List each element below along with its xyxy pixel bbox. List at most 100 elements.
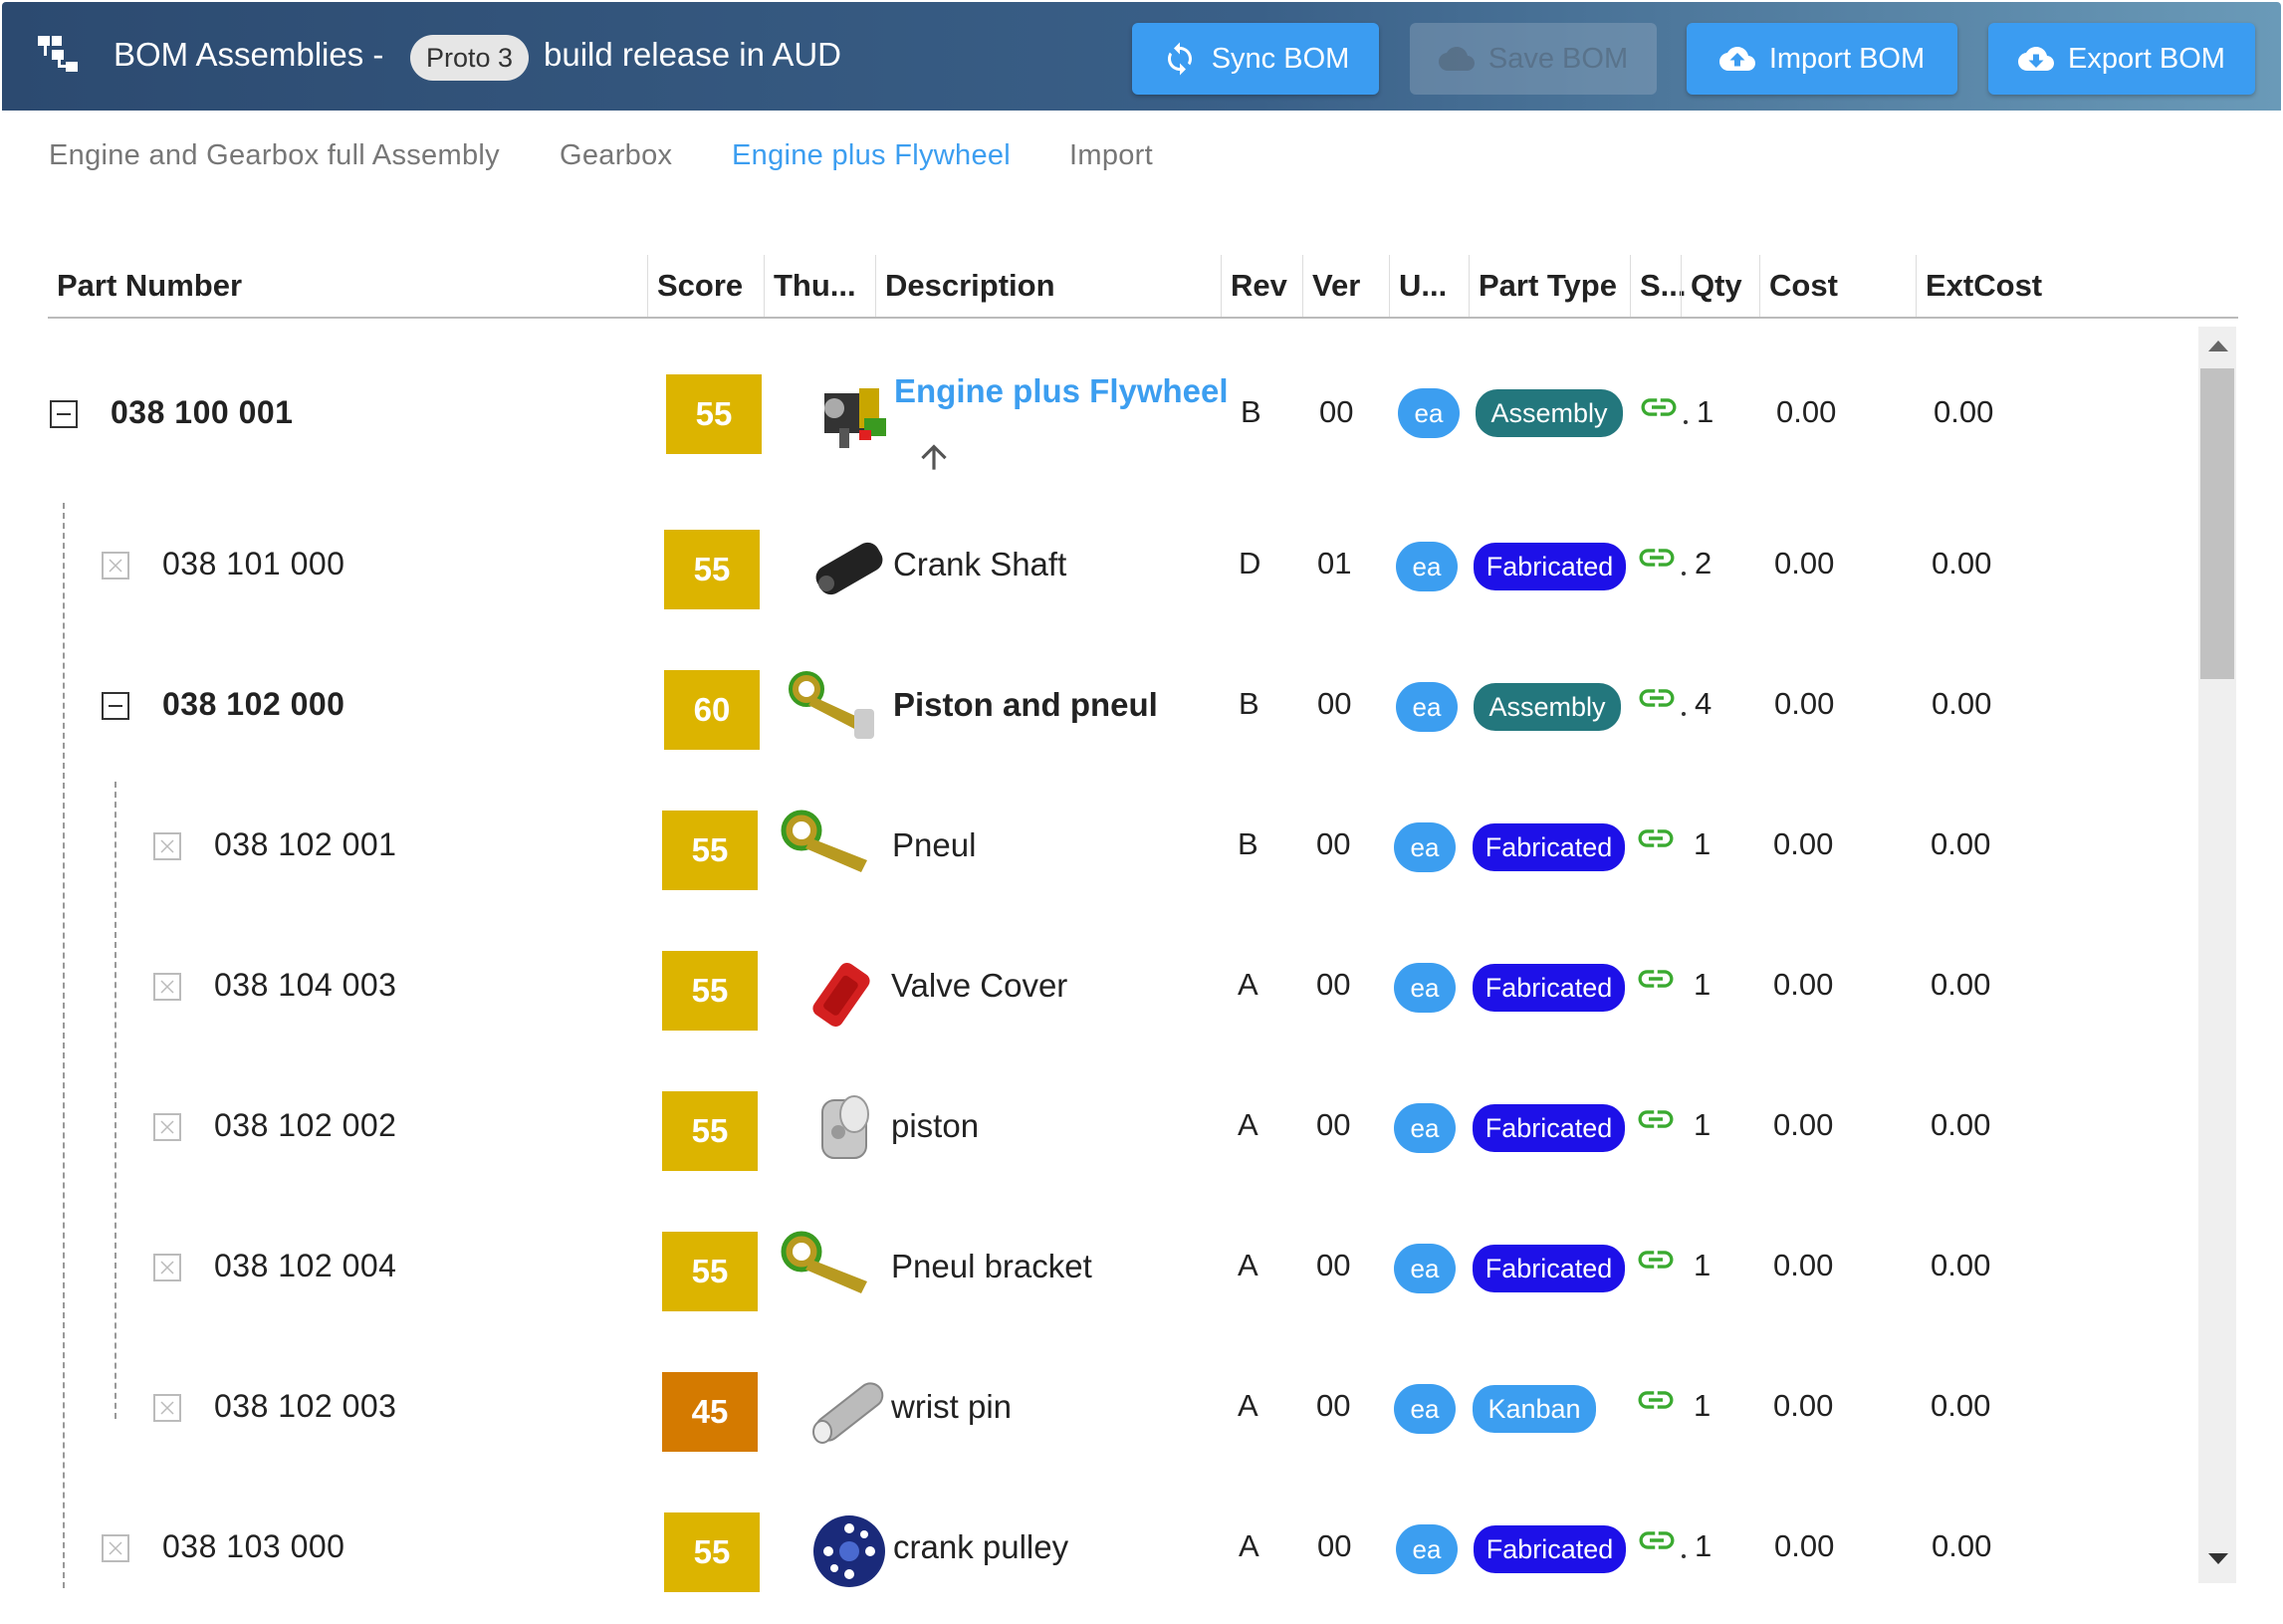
scrollbar-thumb[interactable]: [2200, 368, 2234, 679]
uom-badge: ea: [1396, 682, 1458, 732]
description: Pneul bracket: [891, 1248, 1092, 1284]
rev: D: [1239, 546, 1261, 580]
col-uom[interactable]: U...: [1389, 255, 1467, 317]
table-row[interactable]: 038 102 004 55 Pneul bracket A 00 ea Fab…: [0, 1208, 2190, 1337]
col-description[interactable]: Description: [875, 255, 1219, 317]
uom-badge: ea: [1398, 388, 1460, 438]
export-bom-label: Export BOM: [2068, 42, 2225, 75]
ext-cost: 0.00: [1932, 686, 1992, 721]
piston-icon: [821, 1095, 869, 1159]
import-bom-button[interactable]: Import BOM: [1687, 23, 1957, 95]
score-badge: 45: [662, 1372, 758, 1452]
col-part-type[interactable]: Part Type: [1469, 255, 1628, 317]
link-icon[interactable]: [1638, 393, 1680, 421]
cloud-download-icon: [2018, 47, 2055, 71]
import-bom-label: Import BOM: [1768, 42, 1926, 75]
cost: 0.00: [1773, 1107, 1834, 1142]
part-number: 038 102 002: [214, 1107, 397, 1143]
link-icon[interactable]: [1636, 544, 1678, 572]
table-row[interactable]: 038 101 000 55 Crank Shaft D 01 ea Fabri…: [0, 506, 2190, 635]
leaf-marker-icon: [153, 1113, 181, 1141]
link-icon[interactable]: [1636, 684, 1678, 712]
sync-bom-label: Sync BOM: [1211, 42, 1350, 75]
piston-rod-icon: [789, 671, 874, 739]
col-rev[interactable]: Rev: [1221, 255, 1300, 317]
ext-cost: 0.00: [1932, 546, 1992, 580]
leaf-marker-icon: [153, 1394, 181, 1422]
part-number: 038 102 003: [214, 1388, 397, 1424]
score-badge: 60: [664, 670, 760, 750]
qty: 1: [1694, 1388, 1712, 1423]
ver: 00: [1316, 967, 1351, 1002]
ver: 00: [1316, 1248, 1351, 1282]
ext-cost: 0.00: [1931, 826, 1991, 861]
ext-cost: 0.00: [1934, 394, 1994, 429]
table-row[interactable]: 038 102 000 60 Piston and pneul B 00 ea …: [0, 646, 2190, 776]
qty: 1: [1694, 1248, 1712, 1282]
score-badge: 55: [664, 530, 760, 609]
description: wrist pin: [891, 1388, 1013, 1425]
col-thumbnail[interactable]: Thu...: [764, 255, 873, 317]
table-row[interactable]: 038 102 002 55 piston A 00 ea Fabricated…: [0, 1067, 2190, 1197]
bom-tree-table: 038 100 001 55 Engine plus Flywheel B 00…: [0, 329, 2190, 1593]
table-row[interactable]: 038 102 001 55 Pneul B 00 ea Fabricated …: [0, 787, 2190, 916]
description: Pneul: [892, 826, 977, 863]
hierarchy-icon: [38, 36, 78, 72]
link-icon[interactable]: [1635, 1105, 1677, 1133]
arrow-up-icon[interactable]: [915, 438, 953, 476]
link-icon[interactable]: [1635, 1246, 1677, 1274]
page-title: BOM Assemblies -: [114, 36, 384, 73]
rev: A: [1238, 1388, 1258, 1423]
leaf-marker-icon: [153, 973, 181, 1001]
table-row[interactable]: 038 104 003 55 Valve Cover A 00 ea Fabri…: [0, 927, 2190, 1056]
table-row[interactable]: 038 102 003 45 wrist pin A 00 ea Kanban …: [0, 1348, 2190, 1478]
score-badge: 55: [662, 951, 758, 1031]
proto-chip[interactable]: Proto 3: [410, 35, 530, 81]
export-bom-button[interactable]: Export BOM: [1988, 23, 2255, 95]
cost: 0.00: [1773, 1388, 1834, 1423]
tab-engine-flywheel[interactable]: Engine plus Flywheel: [732, 139, 1011, 172]
table-row[interactable]: 038 103 000 55 crank pulley A 00 ea Fabr…: [0, 1489, 2190, 1593]
tab-engine-gearbox[interactable]: Engine and Gearbox full Assembly: [49, 139, 500, 172]
part-type-badge: Fabricated: [1473, 1104, 1625, 1152]
qty: 1: [1694, 1107, 1712, 1142]
col-ext-cost[interactable]: ExtCost: [1916, 255, 2095, 317]
col-part-number[interactable]: Part Number: [48, 255, 645, 317]
part-type-badge: Fabricated: [1474, 1525, 1626, 1573]
uom-badge: ea: [1394, 1244, 1456, 1293]
uom-badge: ea: [1394, 963, 1456, 1013]
sync-bom-button[interactable]: Sync BOM: [1132, 23, 1379, 95]
description-link[interactable]: Engine plus Flywheel: [894, 372, 1229, 410]
col-qty[interactable]: Qty: [1681, 255, 1760, 317]
ver: 00: [1316, 1388, 1351, 1423]
col-score[interactable]: Score: [647, 255, 762, 317]
collapse-toggle[interactable]: [102, 692, 129, 720]
link-icon[interactable]: [1635, 824, 1677, 852]
col-cost[interactable]: Cost: [1759, 255, 1914, 317]
ver: 01: [1317, 546, 1352, 580]
cost: 0.00: [1774, 686, 1835, 721]
ext-cost: 0.00: [1931, 1248, 1991, 1282]
cost: 0.00: [1774, 1528, 1835, 1563]
col-ver[interactable]: Ver: [1302, 255, 1387, 317]
link-icon[interactable]: [1635, 965, 1677, 993]
link-icon[interactable]: [1636, 1526, 1678, 1554]
collapse-toggle[interactable]: [50, 400, 78, 428]
tab-import[interactable]: Import: [1069, 139, 1153, 172]
rev: A: [1238, 967, 1258, 1002]
save-bom-button[interactable]: Save BOM: [1410, 23, 1657, 95]
page-subtitle: build release in AUD: [544, 36, 841, 73]
tab-gearbox[interactable]: Gearbox: [560, 139, 672, 172]
uom-badge: ea: [1396, 542, 1458, 591]
part-type-badge: Fabricated: [1473, 1245, 1625, 1292]
crank-shaft-icon: [815, 542, 883, 595]
qty: 1: [1694, 967, 1712, 1002]
table-row[interactable]: 038 100 001 55 Engine plus Flywheel B 00…: [0, 348, 2190, 478]
ver: 00: [1317, 686, 1352, 721]
scroll-down-icon[interactable]: [2208, 1553, 2228, 1564]
description: Crank Shaft: [893, 546, 1067, 582]
ver: 00: [1316, 826, 1351, 861]
scroll-up-icon[interactable]: [2208, 341, 2228, 351]
link-icon[interactable]: [1635, 1386, 1677, 1414]
save-bom-label: Save BOM: [1487, 42, 1629, 75]
